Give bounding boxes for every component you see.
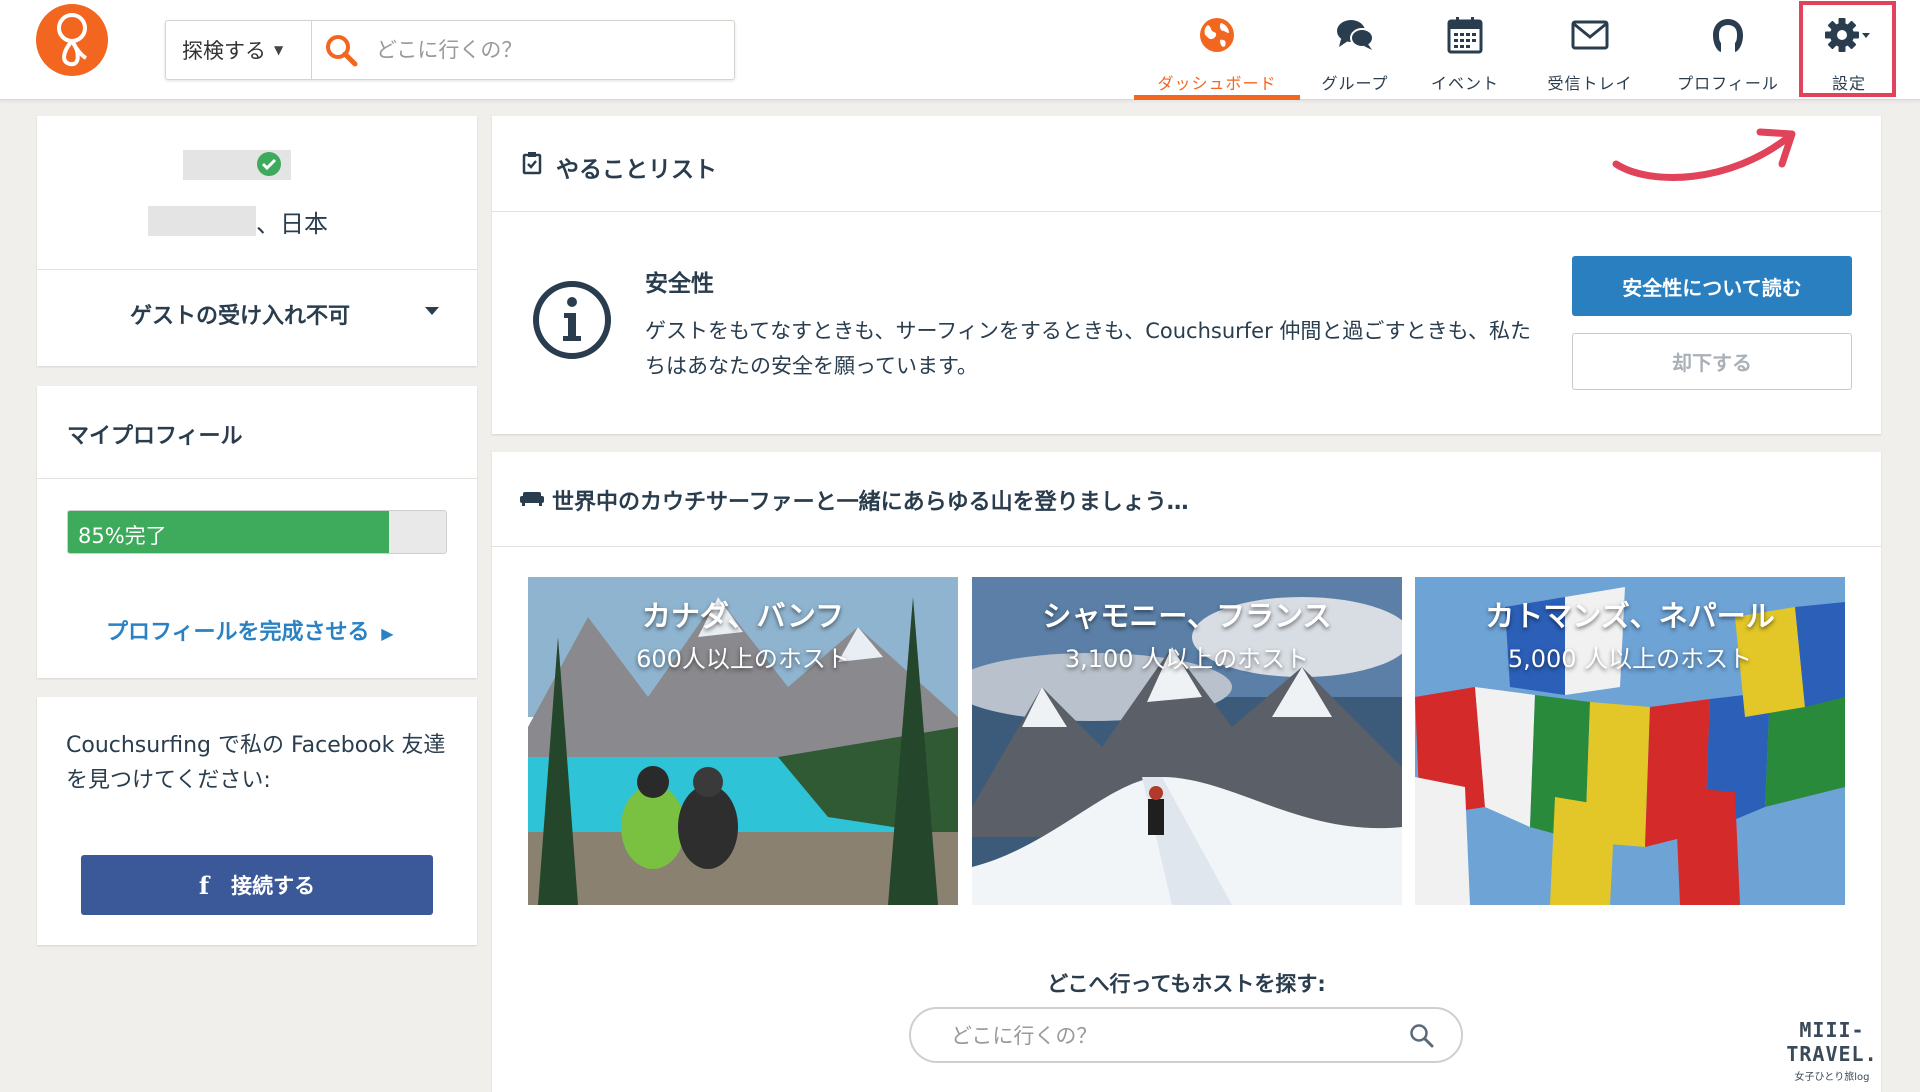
user-country: 、日本	[256, 210, 328, 238]
caret-right-icon: ▶	[381, 624, 394, 643]
facebook-connect-text: Couchsurfing で私の Facebook 友達を見つけてください:	[66, 733, 446, 793]
destination-host-count: 600人以上のホスト	[636, 645, 850, 673]
nav-dashboard[interactable]: ダッシュボード	[1134, 0, 1300, 100]
progress-label: 85%完了	[78, 524, 167, 548]
nav-dashboard-label: ダッシュボード	[1157, 74, 1277, 93]
destination-tile-chamonix[interactable]: シャモニー、フランス 3,100 人以上のホスト	[972, 577, 1402, 905]
dismiss-button[interactable]: 却下する	[1572, 333, 1852, 390]
destination-host-count: 3,100 人以上のホスト	[1064, 645, 1310, 673]
info-icon	[533, 281, 611, 359]
verified-check-icon	[261, 158, 277, 171]
facebook-icon: f	[198, 870, 210, 900]
destination-host-count: 5,000 人以上のホスト	[1507, 645, 1753, 673]
verified-badge	[257, 152, 281, 176]
watermark-brand: MIII-TRAVEL.	[1786, 1018, 1878, 1066]
facebook-connect-button[interactable]: f 接続する	[81, 855, 433, 915]
search-icon[interactable]	[1409, 1023, 1435, 1049]
destination-city: カナダ、バンフ	[641, 599, 845, 633]
watermark-logo: MIII-TRAVEL. 女子ひとり旅log	[1762, 1018, 1902, 1083]
my-profile-title: マイプロフィール	[67, 424, 243, 449]
calendar-icon	[1447, 17, 1483, 54]
chevron-down-icon[interactable]	[424, 306, 440, 316]
mountains-title: 世界中のカウチサーファーと一緒にあらゆる山を登りましょう…	[552, 490, 1189, 515]
nav-events[interactable]: イベント	[1424, 0, 1506, 100]
destination-tile-kathmandu[interactable]: カトマンズ、ネパール 5,000 人以上のホスト	[1415, 577, 1845, 905]
divider	[37, 478, 477, 479]
annotation-arrow-icon	[1612, 128, 1796, 181]
couch-icon	[520, 492, 544, 506]
destination-tile-banff[interactable]: カナダ、バンフ 600人以上のホスト	[528, 577, 958, 905]
destination-city: カトマンズ、ネパール	[1485, 599, 1775, 633]
bottom-search-bar	[909, 1007, 1463, 1063]
safety-description: ゲストをもてなすときも、サーフィンをするときも、Couchsurfer 仲間と過…	[645, 319, 1531, 378]
divider	[492, 211, 1881, 212]
watermark-tagline: 女子ひとり旅log	[1794, 1072, 1870, 1083]
nav-inbox[interactable]: 受信トレイ	[1540, 0, 1640, 100]
search-icon[interactable]	[324, 33, 360, 69]
top-navigation-bar: 探検する ▼ ダッシュボード	[0, 0, 1920, 100]
user-icon	[1713, 19, 1743, 52]
destination-search-input[interactable]	[376, 31, 716, 69]
nav-inbox-label: 受信トレイ	[1547, 74, 1633, 93]
envelope-icon	[1571, 20, 1609, 50]
complete-profile-label: プロフィールを完成させる	[106, 620, 370, 645]
complete-profile-link[interactable]: プロフィールを完成させる ▶	[106, 614, 394, 646]
nav-events-label: イベント	[1430, 74, 1499, 93]
explore-dropdown[interactable]: 探検する ▼	[166, 21, 312, 79]
explore-label: 探検する	[182, 39, 266, 63]
redacted-city	[148, 206, 256, 236]
nav-profile-label: プロフィール	[1677, 74, 1779, 93]
nav-groups[interactable]: グループ	[1310, 0, 1400, 100]
destination-city: シャモニー、フランス	[1042, 599, 1332, 633]
nav-groups-label: グループ	[1321, 74, 1389, 93]
facebook-connect-label: 接続する	[231, 874, 316, 898]
couchsurfing-logo-mark-icon	[57, 13, 88, 67]
chat-bubbles-icon	[1337, 20, 1374, 50]
divider	[492, 546, 1881, 547]
host-status-dropdown[interactable]: ゲストの受け入れ不可	[130, 298, 350, 330]
globe-icon	[1200, 18, 1234, 52]
chevron-down-icon: ▼	[274, 43, 284, 57]
clipboard-check-icon	[522, 152, 542, 175]
settings-highlight-box	[1799, 1, 1896, 97]
read-safety-button[interactable]: 安全性について読む	[1572, 256, 1852, 316]
couchsurfing-logo[interactable]	[36, 4, 108, 76]
divider	[37, 269, 477, 270]
safety-title: 安全性	[645, 271, 714, 297]
header-search-bar: 探検する ▼	[165, 20, 735, 80]
bottom-destination-search-input[interactable]	[951, 1018, 1381, 1054]
nav-profile[interactable]: プロフィール	[1674, 0, 1782, 100]
profile-progress-bar: 85%完了	[67, 510, 447, 554]
todo-title: やることリスト	[556, 157, 717, 183]
find-hosts-title: どこへ行ってもホストを探す:	[1047, 972, 1326, 996]
